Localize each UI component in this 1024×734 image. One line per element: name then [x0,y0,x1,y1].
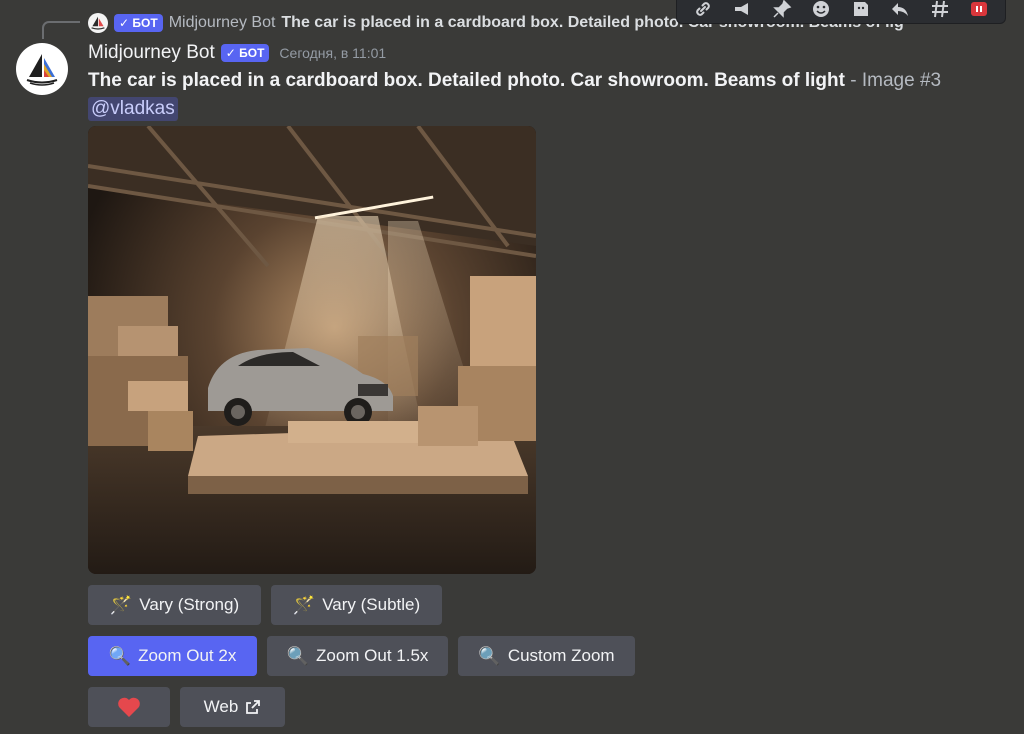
megaphone-icon[interactable] [729,0,755,22]
web-link-button[interactable]: Web [180,687,285,727]
message-content: The car is placed in a cardboard box. De… [88,70,941,92]
heart-icon [118,697,140,717]
prompt-text: The car is placed in a cardboard box. De… [88,70,845,91]
magnifier-icon: 🔍 [108,646,132,666]
magic-wand-icon: 🪄 [109,595,133,615]
external-link-icon [246,700,261,714]
vary-strong-button[interactable]: 🪄 Vary (Strong) [88,585,261,625]
zoom-out-2x-label: Zoom Out 2x [138,646,237,665]
thread-icon[interactable] [927,0,953,22]
vary-strong-label: Vary (Strong) [139,595,240,614]
reply-bot-badge: ✓ БОТ [114,14,163,32]
link-icon[interactable] [690,0,716,22]
vary-subtle-button[interactable]: 🪄 Vary (Subtle) [271,585,442,625]
sailboat-logo-icon [26,54,58,86]
message-toolbar [676,0,1006,24]
web-label: Web [203,697,239,716]
reply-author[interactable]: Midjourney Bot [169,14,276,32]
sailboat-logo-icon [91,16,105,30]
magic-wand-icon: 🪄 [292,595,316,615]
sticker-icon[interactable] [848,0,874,22]
reply-spine [42,21,80,39]
reply-avatar [88,13,108,33]
magnifier-icon: 🔍 [478,646,501,666]
author-name[interactable]: Midjourney Bot [88,42,215,64]
avatar[interactable] [16,43,68,95]
message-header: Midjourney Bot ✓ БОТ Сегодня, в 11:01 [88,42,386,64]
reply-icon[interactable] [887,0,913,22]
car-showroom-image [88,126,536,574]
custom-zoom-button[interactable]: 🔍 Custom Zoom [458,636,635,676]
zoom-out-2x-button[interactable]: 🔍 Zoom Out 2x [88,636,257,676]
prompt-separator: - [844,70,862,91]
magnifier-icon: 🔍 [286,646,309,666]
delete-icon[interactable] [966,0,992,22]
image-label: Image #3 [861,70,942,91]
pin-icon[interactable] [769,0,795,22]
bot-badge: ✓ БОТ [220,44,270,62]
timestamp[interactable]: Сегодня, в 11:01 [279,45,386,61]
emoji-icon[interactable] [808,0,834,22]
zoom-out-1-5x-button[interactable]: 🔍 Zoom Out 1.5x [267,636,448,676]
custom-zoom-label: Custom Zoom [507,646,615,665]
user-mention[interactable]: @vladkas [88,97,178,121]
generated-image[interactable] [88,126,536,574]
vary-subtle-label: Vary (Subtle) [322,595,421,614]
favorite-button[interactable] [88,687,170,727]
zoom-out-1-5x-label: Zoom Out 1.5x [315,646,429,665]
